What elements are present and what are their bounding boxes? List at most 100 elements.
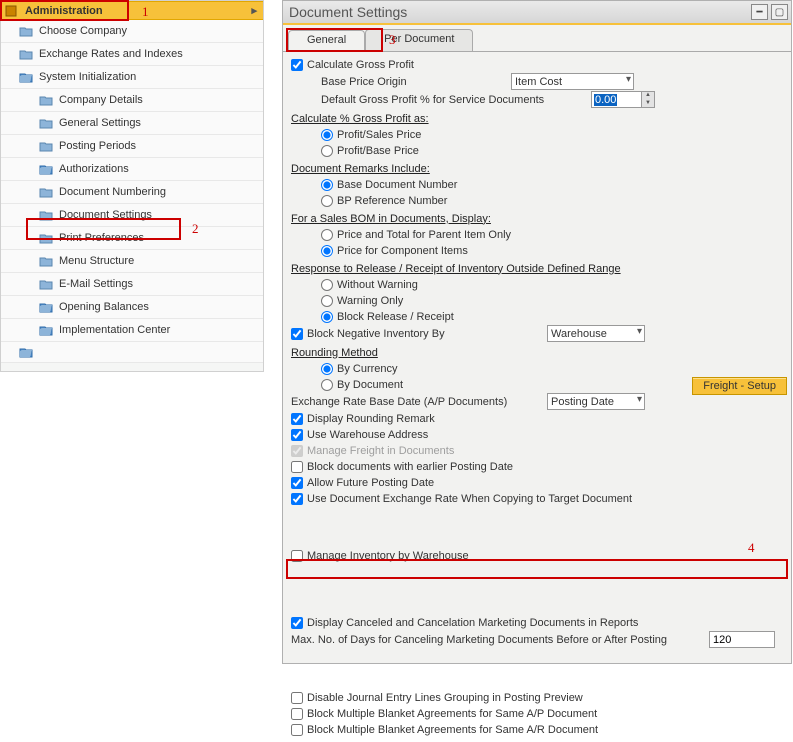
default-gp-value: 0.00 xyxy=(594,94,617,106)
sidebar-item-label: Posting Periods xyxy=(59,140,136,152)
sidebar-item-authorizations[interactable]: Authorizations xyxy=(1,158,263,181)
folder-icon xyxy=(39,140,53,152)
profit-sales-radio[interactable] xyxy=(321,129,333,141)
chk-label: Block Negative Inventory By xyxy=(307,328,547,340)
radio-label: BP Reference Number xyxy=(337,195,447,207)
module-icon xyxy=(5,5,19,17)
minimize-button[interactable]: ━ xyxy=(751,4,768,20)
price-component-radio[interactable] xyxy=(321,245,333,257)
max-days-input[interactable] xyxy=(709,631,775,648)
spinner-icon[interactable]: ▲▼ xyxy=(641,92,654,107)
price-parent-radio[interactable] xyxy=(321,229,333,241)
chk-label: Display Canceled and Cancelation Marketi… xyxy=(307,617,638,629)
warning-only-radio[interactable] xyxy=(321,295,333,307)
chk-label: Use Document Exchange Rate When Copying … xyxy=(307,493,632,505)
sidebar-item-label: System Initialization xyxy=(39,71,136,83)
folder-icon xyxy=(19,48,33,60)
folder-icon xyxy=(39,209,53,221)
tab-general[interactable]: General xyxy=(288,30,365,52)
calculate-gross-profit-checkbox[interactable] xyxy=(291,59,303,71)
radio-label: Block Release / Receipt xyxy=(337,311,454,323)
chk-label: Display Rounding Remark xyxy=(307,413,435,425)
sidebar-item-label: General Settings xyxy=(59,117,141,129)
radio-label: Base Document Number xyxy=(337,179,457,191)
default-gp-label: Default Gross Profit % for Service Docum… xyxy=(321,94,591,106)
display-canceled-checkbox[interactable] xyxy=(291,617,303,629)
sidebar-item-document-numbering[interactable]: Document Numbering xyxy=(1,181,263,204)
folder-icon xyxy=(39,117,53,129)
block-neg-inventory-checkbox[interactable] xyxy=(291,328,303,340)
manage-inv-wh-checkbox[interactable] xyxy=(291,550,303,562)
open-folder-icon xyxy=(39,163,53,175)
chk-label: Allow Future Posting Date xyxy=(307,477,434,489)
folder-icon xyxy=(39,94,53,106)
sidebar-header-label: Administration xyxy=(25,5,103,17)
max-days-label: Max. No. of Days for Canceling Marketing… xyxy=(291,634,709,646)
folder-icon xyxy=(39,255,53,267)
sidebar-item-posting-periods[interactable]: Posting Periods xyxy=(1,135,263,158)
allow-future-checkbox[interactable] xyxy=(291,477,303,489)
block-multi-ar-checkbox[interactable] xyxy=(291,724,303,736)
response-heading: Response to Release / Receipt of Invento… xyxy=(291,261,783,276)
profit-base-radio[interactable] xyxy=(321,145,333,157)
sidebar-item-email-settings[interactable]: E-Mail Settings xyxy=(1,273,263,296)
sidebar-item-company-details[interactable]: Company Details xyxy=(1,89,263,112)
open-folder-icon xyxy=(19,346,33,358)
block-neg-dropdown[interactable]: Warehouse xyxy=(547,325,645,342)
block-multi-ap-checkbox[interactable] xyxy=(291,708,303,720)
chk-label: Manage Inventory by Warehouse xyxy=(307,550,469,562)
radio-label: Profit/Base Price xyxy=(337,145,419,157)
radio-label: Without Warning xyxy=(337,279,418,291)
radio-label: By Document xyxy=(337,379,403,391)
rounding-heading: Rounding Method xyxy=(291,345,783,360)
chevron-right-icon[interactable]: ▸ xyxy=(245,4,263,17)
navigation-sidebar: Administration ▸ Choose Company Exchange… xyxy=(0,0,264,372)
sidebar-item-label: Print Preferences xyxy=(59,232,144,244)
radio-label: By Currency xyxy=(337,363,398,375)
sidebar-item-exchange-rates[interactable]: Exchange Rates and Indexes xyxy=(1,43,263,66)
block-earlier-checkbox[interactable] xyxy=(291,461,303,473)
sidebar-item-label: Document Numbering xyxy=(59,186,166,198)
base-price-origin-dropdown[interactable]: Item Cost xyxy=(511,73,634,90)
exrate-dropdown[interactable]: Posting Date xyxy=(547,393,645,410)
sidebar-item-label: E-Mail Settings xyxy=(59,278,133,290)
by-document-radio[interactable] xyxy=(321,379,333,391)
radio-label: Price and Total for Parent Item Only xyxy=(337,229,511,241)
sidebar-item-label: Exchange Rates and Indexes xyxy=(39,48,183,60)
calc-pct-heading: Calculate % Gross Profit as: xyxy=(291,111,783,126)
radio-label: Price for Component Items xyxy=(337,245,468,257)
sidebar-item-system-init[interactable]: System Initialization xyxy=(1,66,263,89)
by-currency-radio[interactable] xyxy=(321,363,333,375)
sidebar-item-opening-balances[interactable]: Opening Balances xyxy=(1,296,263,319)
radio-label: Profit/Sales Price xyxy=(337,129,421,141)
sidebar-item-print-preferences[interactable]: Print Preferences xyxy=(1,227,263,250)
radio-label: Warning Only xyxy=(337,295,403,307)
window-titlebar: Document Settings ━ ▢ xyxy=(283,1,791,25)
sidebar-header[interactable]: Administration ▸ xyxy=(1,1,263,20)
bp-ref-num-radio[interactable] xyxy=(321,195,333,207)
display-rounding-checkbox[interactable] xyxy=(291,413,303,425)
remarks-heading: Document Remarks Include: xyxy=(291,161,783,176)
sidebar-item-label: Menu Structure xyxy=(59,255,134,267)
sidebar-item-general-settings[interactable]: General Settings xyxy=(1,112,263,135)
sidebar-item-menu-structure[interactable]: Menu Structure xyxy=(1,250,263,273)
sidebar-item-collapsed[interactable] xyxy=(1,342,263,363)
tab-per-document[interactable]: Per Document xyxy=(365,29,473,51)
base-doc-num-radio[interactable] xyxy=(321,179,333,191)
exrate-label: Exchange Rate Base Date (A/P Documents) xyxy=(291,396,547,408)
chk-label: Calculate Gross Profit xyxy=(307,59,414,71)
chk-label: Manage Freight in Documents xyxy=(307,445,454,457)
maximize-button[interactable]: ▢ xyxy=(771,4,788,20)
sidebar-item-document-settings[interactable]: Document Settings xyxy=(1,204,263,227)
use-doc-exrate-checkbox[interactable] xyxy=(291,493,303,505)
manage-freight-checkbox xyxy=(291,445,303,457)
sidebar-item-implementation-center[interactable]: Implementation Center xyxy=(1,319,263,342)
block-release-radio[interactable] xyxy=(321,311,333,323)
open-folder-icon xyxy=(39,324,53,336)
freight-setup-button[interactable]: Freight - Setup xyxy=(692,377,787,395)
disable-journal-checkbox[interactable] xyxy=(291,692,303,704)
default-gp-input[interactable]: 0.00 ▲▼ xyxy=(591,91,655,108)
use-warehouse-checkbox[interactable] xyxy=(291,429,303,441)
sidebar-item-choose-company[interactable]: Choose Company xyxy=(1,20,263,43)
without-warning-radio[interactable] xyxy=(321,279,333,291)
